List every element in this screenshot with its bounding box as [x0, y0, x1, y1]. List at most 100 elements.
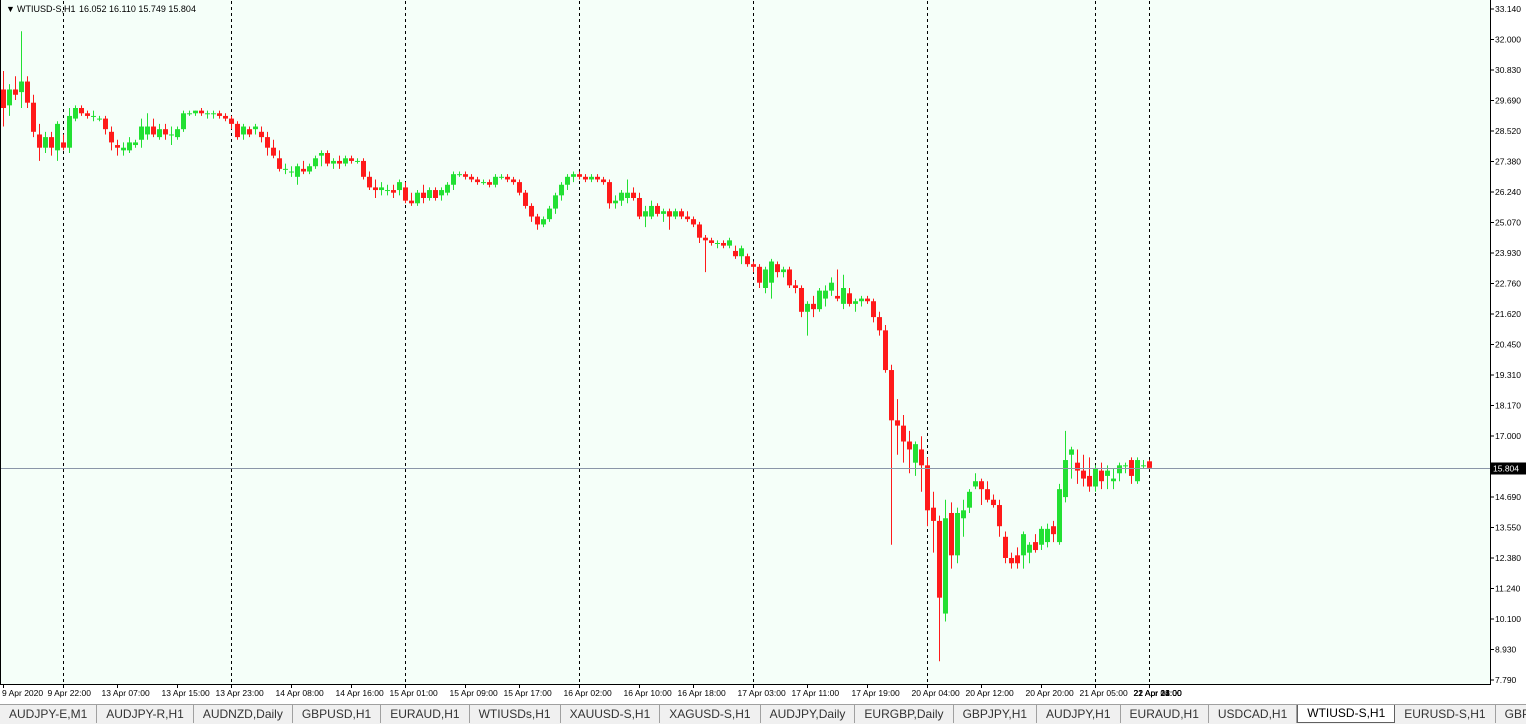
chart-tab[interactable]: GBPUSD,H1: [293, 705, 382, 723]
chart-tab[interactable]: EURUSD-S,H1: [1395, 705, 1496, 723]
candle-body: [19, 81, 24, 93]
candle-body: [487, 182, 492, 185]
candle-body: [355, 160, 360, 162]
candle-body: [985, 489, 990, 500]
price-tick-label: 18.170: [1495, 401, 1521, 411]
candle-body: [673, 211, 678, 217]
time-tick-label: 22 Apr 22:00: [1134, 688, 1182, 698]
candle-body: [919, 449, 924, 466]
candle-body: [475, 179, 480, 183]
candle-body: [235, 123, 240, 138]
candle-body: [415, 192, 420, 204]
chart-tab[interactable]: AUDJPY-E,M1: [0, 705, 98, 723]
price-tick-label: 19.310: [1495, 370, 1521, 380]
candle-body: [259, 131, 264, 138]
candle-body: [469, 176, 474, 180]
candle-body: [421, 192, 426, 198]
current-price-label: 15.804: [1493, 464, 1519, 474]
candle-body: [583, 176, 588, 180]
candle-body: [85, 113, 90, 116]
candle-body: [127, 142, 132, 151]
chart-tab[interactable]: WTIUSDs,H1: [470, 705, 561, 723]
time-tick-label: 17 Apr 11:00: [792, 688, 840, 698]
candle-body: [877, 317, 882, 331]
candle-body: [31, 102, 36, 132]
candle-body: [859, 298, 864, 302]
chart-tab[interactable]: AUDJPY-R,H1: [97, 705, 194, 723]
candle-body: [559, 184, 564, 196]
candle-body: [1015, 555, 1020, 564]
chart-tab[interactable]: AUDNZD,Daily: [194, 705, 293, 723]
candle-body: [709, 240, 714, 243]
candle-body: [427, 190, 432, 198]
chart-tab[interactable]: EURAUD,H1: [381, 705, 470, 723]
candle-body: [367, 176, 372, 188]
chart-tab[interactable]: XAGUSD-S,H1: [660, 705, 761, 723]
chart-tab[interactable]: GBPCAD: [1496, 705, 1526, 723]
candle-body: [739, 248, 744, 257]
price-axis-background: [1490, 0, 1526, 704]
candle: [523, 190, 528, 209]
chart-tab[interactable]: GBPJPY,H1: [954, 705, 1038, 723]
candle-body: [511, 179, 516, 183]
candle-body: [277, 158, 282, 169]
candle-body: [445, 184, 450, 193]
chart-tab[interactable]: AUDJPY,H1: [1037, 705, 1121, 723]
ohlc-label: 16.052 16.110 15.749 15.804: [79, 4, 196, 14]
candle-body: [145, 126, 150, 135]
candle-body: [703, 237, 708, 241]
candle-body: [169, 134, 174, 136]
candle-body: [547, 208, 552, 220]
chart-area[interactable]: 33.140 32.000 30.830 29.690 28.520 27.380 26.2…: [0, 0, 1526, 704]
candle-body: [577, 174, 582, 177]
candle: [1057, 483, 1062, 545]
candle-body: [199, 110, 204, 114]
price-tick-label: 22.760: [1495, 279, 1521, 289]
candle-body: [589, 176, 594, 180]
candle-body: [637, 197, 642, 217]
time-tick-label: 16 Apr 02:00: [564, 688, 612, 698]
chart-tab[interactable]: EURAUD,H1: [1121, 705, 1209, 723]
candle-body: [91, 115, 96, 117]
candle-body: [871, 301, 876, 318]
candle-body: [301, 168, 306, 172]
candle-body: [907, 441, 912, 450]
candle-body: [1135, 460, 1140, 482]
candle-body: [439, 190, 444, 196]
time-tick-label: 13 Apr 07:00: [102, 688, 150, 698]
price-tick-label: 17.000: [1495, 431, 1521, 441]
candle-body: [505, 176, 510, 180]
plot-background: [0, 0, 1490, 684]
chart-menu-arrow-icon[interactable]: ▼: [6, 4, 15, 14]
candle-body: [565, 176, 570, 185]
candle: [235, 121, 240, 140]
price-chart[interactable]: 33.140 32.000 30.830 29.690 28.520 27.380 26.2…: [0, 0, 1526, 704]
price-tick-label: 28.520: [1495, 126, 1521, 136]
candle-body: [457, 174, 462, 176]
chart-tab[interactable]: WTIUSD-S,H1: [1297, 705, 1396, 723]
candle-body: [403, 187, 408, 201]
candle-body: [931, 507, 936, 521]
chart-tab[interactable]: AUDJPY,Daily: [761, 705, 856, 723]
candle-body: [1009, 557, 1014, 564]
candle-body: [751, 264, 756, 267]
candle-body: [253, 126, 258, 130]
price-tick-label: 8.930: [1495, 645, 1517, 655]
candle-body: [733, 250, 738, 257]
candle-body: [7, 89, 12, 106]
candle-body: [523, 192, 528, 206]
time-tick-label: 13 Apr 23:00: [216, 688, 264, 698]
candle-body: [793, 285, 798, 288]
candle-body: [967, 491, 972, 508]
chart-tab[interactable]: EURGBP,Daily: [855, 705, 954, 723]
candle-body: [133, 142, 138, 146]
price-tick-label: 21.620: [1495, 309, 1521, 319]
candle-body: [175, 129, 180, 138]
chart-tab[interactable]: XAUUSD-S,H1: [561, 705, 661, 723]
candle-body: [25, 81, 30, 103]
candle-body: [121, 147, 126, 151]
chart-tab[interactable]: USDCAD,H1: [1209, 705, 1298, 723]
candle-body: [331, 160, 336, 164]
candle-body: [961, 510, 966, 519]
candle-body: [1069, 449, 1074, 455]
